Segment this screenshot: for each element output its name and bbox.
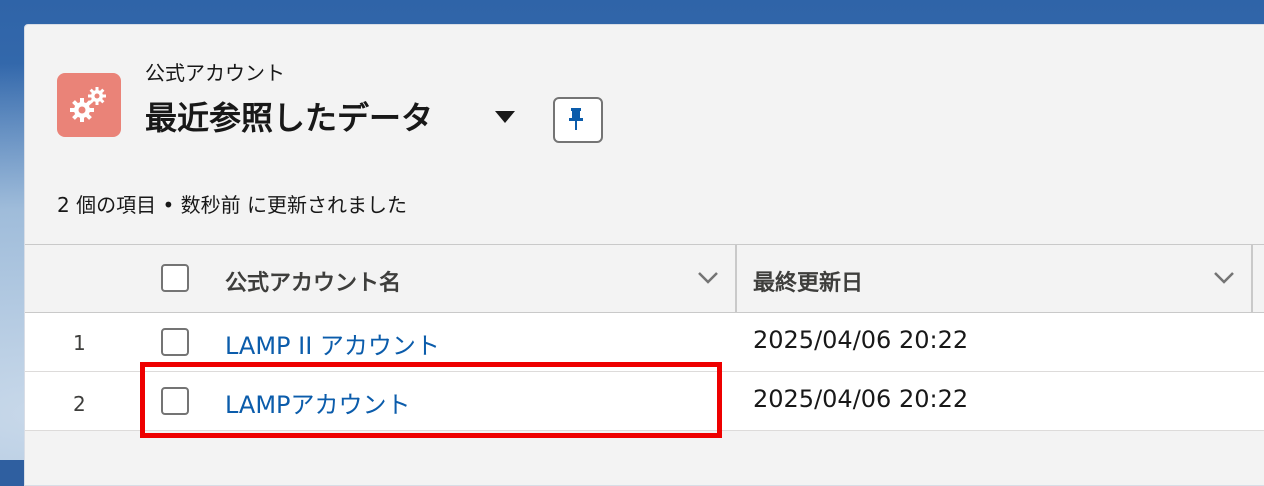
row-checkbox[interactable] [161,387,189,415]
table-row[interactable]: 2 LAMPアカウント 2025/04/06 20:22 [25,372,1264,431]
row-number: 1 [73,331,86,355]
table-header: 公式アカウント名 最終更新日 [25,244,1264,313]
table-empty-area [25,431,1264,471]
last-modified-date: 2025/04/06 20:22 [753,326,969,354]
table-row[interactable]: 1 LAMP II アカウント 2025/04/06 20:22 [25,313,1264,372]
chevron-down-icon[interactable] [697,271,719,285]
column-header-account-name[interactable]: 公式アカウント名 [225,265,401,297]
records-table: 公式アカウント名 最終更新日 1 LAMP II アカウント 2025/04/0… [25,244,1264,471]
select-all-checkbox[interactable] [161,264,189,292]
row-checkbox[interactable] [161,328,189,356]
column-header-last-modified[interactable]: 最終更新日 [753,265,863,297]
account-name-link[interactable]: LAMP II アカウント [225,326,440,361]
column-divider [735,245,737,312]
gears-icon [57,73,121,137]
list-view-panel: 公式アカウント 最近参照したデータ 2 個の項目 • 数秒前 に更新されました … [24,24,1264,486]
list-status-text: 2 個の項目 • 数秒前 に更新されました [57,193,407,217]
object-label: 公式アカウント [145,61,285,85]
row-number: 2 [73,392,86,416]
pin-icon [569,108,583,130]
chevron-down-icon[interactable] [1213,271,1235,285]
pin-list-view-button[interactable] [553,97,603,143]
account-name-link[interactable]: LAMPアカウント [225,385,411,420]
column-divider [1251,245,1253,312]
last-modified-date: 2025/04/06 20:22 [753,385,969,413]
list-view-title: 最近参照したデータ [145,99,434,137]
list-view-picker-caret-icon[interactable] [495,111,515,123]
